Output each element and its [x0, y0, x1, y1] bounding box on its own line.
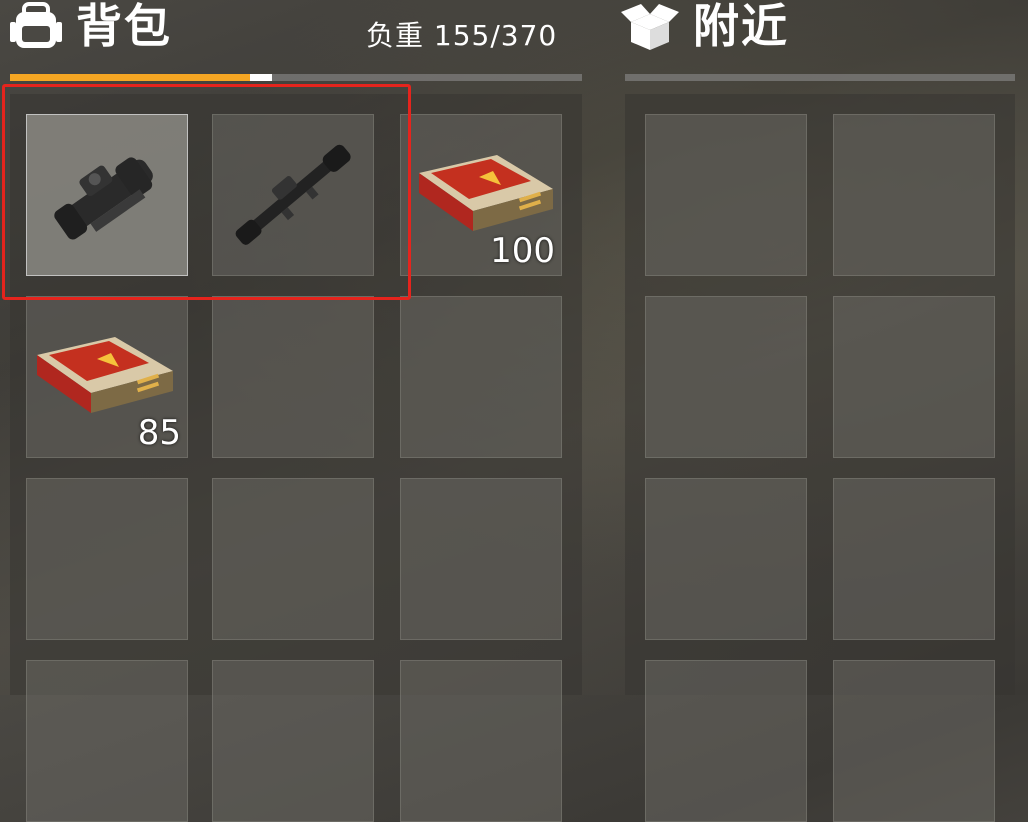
open-box-icon: [621, 4, 679, 50]
bag-slot-empty[interactable]: [26, 660, 188, 822]
nearby-divider: [625, 74, 1015, 81]
weight-bar-marker: [250, 74, 272, 81]
bag-slot-empty[interactable]: [400, 478, 562, 640]
bag-header: 背包 负重 155/370: [0, 0, 600, 70]
nearby-header: 附近: [615, 0, 1028, 70]
bag-title: 背包: [76, 0, 172, 53]
nearby-slot-empty[interactable]: [645, 660, 807, 822]
weight-bar: [10, 74, 582, 81]
weight-bar-fill: [10, 74, 250, 81]
nearby-title: 附近: [693, 0, 789, 53]
nearby-slot-empty[interactable]: [833, 660, 995, 822]
nearby-panel: [625, 94, 1015, 822]
nearby-slot-empty[interactable]: [833, 296, 995, 458]
item-count: 85: [137, 413, 181, 453]
bag-slot-ammo-2[interactable]: 85: [26, 296, 188, 458]
nearby-slot-empty[interactable]: [645, 478, 807, 640]
weight-value: 155/370: [433, 19, 558, 52]
nearby-slot-empty[interactable]: [645, 114, 807, 276]
weight-readout: 负重 155/370: [366, 14, 557, 54]
nearby-slot-empty[interactable]: [833, 114, 995, 276]
nearby-slot-empty[interactable]: [645, 296, 807, 458]
backpack-icon: [10, 2, 62, 48]
bag-slot-ammo-1[interactable]: 100: [400, 114, 562, 276]
selection-highlight: [2, 84, 411, 300]
bag-slot-empty[interactable]: [212, 296, 374, 458]
nearby-slot-empty[interactable]: [833, 478, 995, 640]
weight-label: 负重: [366, 19, 425, 52]
bag-slot-empty[interactable]: [212, 478, 374, 640]
bag-slot-empty[interactable]: [400, 296, 562, 458]
bag-slot-empty[interactable]: [26, 478, 188, 640]
bag-slot-empty[interactable]: [212, 660, 374, 822]
bag-slot-empty[interactable]: [400, 660, 562, 822]
item-count: 100: [490, 231, 555, 271]
